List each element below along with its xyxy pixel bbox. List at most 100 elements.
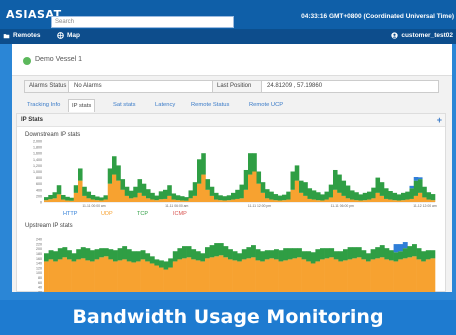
app-frame: ASIASAT Search 04:33:16 GMT+0800 (Coordi… [0, 0, 456, 335]
tab-latency[interactable]: Latency [152, 99, 178, 112]
bar-tcp [186, 246, 192, 258]
bar-tcp [159, 260, 164, 268]
bar-udp [354, 200, 359, 202]
bar-udp [306, 261, 312, 292]
bar-tcp [287, 248, 293, 260]
bar-udp [184, 200, 189, 202]
bar-udp [422, 197, 427, 202]
nav-remotes-label: Remotes [13, 32, 41, 39]
user-menu[interactable]: customer_test02 [391, 32, 453, 39]
bar-tcp [307, 188, 313, 199]
bar-udp [235, 198, 240, 202]
bar-udp [274, 259, 279, 292]
bar-tcp [243, 169, 249, 190]
bar-tcp [421, 251, 427, 262]
tab-remote-status[interactable]: Remote Status [188, 99, 232, 112]
bar-udp [116, 180, 121, 202]
bar-tcp [418, 179, 423, 193]
bar-udp [324, 258, 330, 292]
bar-udp [150, 199, 155, 202]
tab-remote-ucp[interactable]: Remote UCP [246, 99, 286, 112]
bar-udp [352, 258, 358, 292]
bar-udp [177, 259, 183, 292]
bar-udp [182, 258, 187, 292]
bar-http [409, 185, 415, 189]
bar-udp [255, 260, 261, 292]
bar-udp [214, 256, 220, 292]
bar-tcp [278, 250, 284, 262]
bar-tcp [260, 251, 266, 262]
bar-tcp [231, 192, 236, 200]
bar-tcp [140, 250, 146, 260]
bar-tcp [316, 192, 321, 201]
bar-udp [241, 259, 247, 292]
bar-udp [73, 192, 79, 202]
legend-http[interactable]: HTTP [63, 211, 77, 217]
bar-udp [192, 195, 198, 202]
bar-udp [320, 259, 325, 292]
bar-udp [328, 197, 334, 202]
y-tick-label: 800 [36, 176, 42, 180]
bar-udp [107, 183, 113, 202]
bar-tcp [343, 249, 348, 261]
bar-udp [290, 189, 296, 202]
bar-tcp [341, 180, 347, 196]
legend-icmp[interactable]: ICMP [173, 211, 187, 217]
bar-tcp [252, 153, 257, 172]
bar-tcp [103, 195, 109, 200]
bar-tcp [361, 250, 367, 260]
bar-tcp [239, 184, 245, 199]
legend-tcp[interactable]: TCP [137, 211, 148, 217]
bar-tcp [384, 248, 390, 260]
bar-tcp [76, 249, 82, 260]
nav-remotes[interactable]: Remotes [3, 32, 40, 39]
bar-tcp [188, 190, 194, 199]
nav-map[interactable]: Map [57, 32, 80, 39]
bar-udp [197, 183, 202, 202]
bar-udp [228, 259, 233, 292]
y-tick-label: 140 [36, 262, 42, 266]
bar-tcp [362, 192, 368, 201]
bar-http [393, 244, 399, 253]
bar-udp [112, 174, 117, 202]
top-bar: ASIASAT Search 04:33:16 GMT+0800 (Coordi… [0, 0, 456, 30]
alarms-status-label: Alarms Status [25, 81, 69, 92]
tab-tracking-info[interactable]: Tracking Info [24, 99, 63, 112]
bar-udp [61, 199, 66, 202]
bar-tcp [301, 251, 307, 260]
bar-udp [320, 200, 325, 203]
bar-tcp [324, 248, 330, 259]
bar-tcp [191, 249, 197, 260]
status-row: Alarms Status No Alarms Last Position 24… [24, 80, 439, 93]
bar-tcp [375, 177, 381, 193]
bar-udp [273, 200, 279, 202]
bar-tcp [112, 156, 117, 175]
bar-udp [398, 259, 404, 292]
bar-tcp [85, 248, 91, 261]
bar-udp [426, 199, 432, 202]
expand-icon[interactable]: + [437, 115, 442, 125]
bar-udp [99, 257, 105, 292]
bar-udp [265, 198, 270, 202]
bar-tcp [197, 159, 202, 184]
legend-udp[interactable]: UDP [101, 211, 113, 217]
bar-tcp [205, 179, 211, 190]
tab-sat-stats[interactable]: Sat stats [110, 99, 139, 112]
bar-udp [264, 259, 270, 292]
bar-tcp [61, 194, 66, 200]
bar-tcp [237, 253, 243, 262]
bar-udp [341, 195, 347, 202]
tab-ip-stats[interactable]: IP stats [68, 99, 96, 112]
bar-tcp [413, 180, 419, 196]
bar-udp [237, 261, 243, 292]
section-header: IP Stats + [17, 114, 445, 127]
bar-http [402, 242, 408, 249]
bar-udp [133, 197, 138, 202]
search-input[interactable]: Search [51, 16, 234, 28]
bar-tcp [167, 185, 172, 196]
bar-udp [392, 200, 398, 202]
bar-udp [186, 257, 192, 292]
nav-map-label: Map [67, 32, 80, 39]
y-tick-label: 2,000 [33, 140, 42, 144]
legend-http-label: HTTP [63, 211, 78, 217]
